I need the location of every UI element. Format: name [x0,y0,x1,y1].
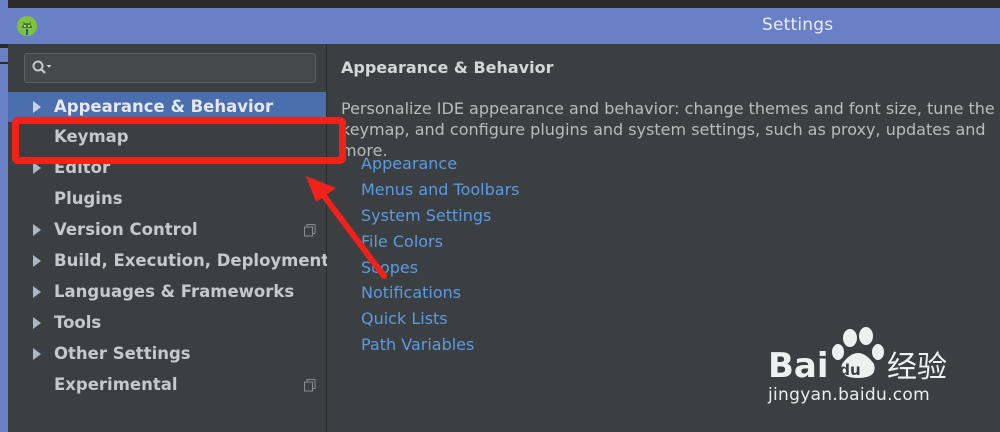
expand-arrow-icon[interactable] [33,348,41,360]
android-studio-icon [17,16,37,36]
watermark-url: jingyan.baidu.com [768,385,930,405]
background-window-edge [0,0,8,432]
sidebar-item-label: Languages & Frameworks [54,282,295,301]
sidebar-item[interactable]: Plugins [8,184,326,215]
sidebar-item[interactable]: Languages & Frameworks [8,277,326,308]
sidebar-item-label: Tools [54,313,102,332]
sidebar-item-label: Plugins [54,189,123,208]
subpage-link[interactable]: Scopes [361,258,520,284]
baidu-paw-logo: Bai 经验 du [768,327,947,386]
subpage-links: Appearance Menus and Toolbars System Setti… [361,154,520,361]
subpage-link[interactable]: File Colors [361,232,520,258]
sidebar-item-label: Version Control [54,220,198,239]
subpage-link[interactable]: Menus and Toolbars [361,180,520,206]
window-title: Settings [762,15,834,35]
title-bar[interactable]: Settings [8,8,1000,44]
settings-sidebar: Appearance & Behavior Keymap Editor Plugins… [8,44,330,432]
sidebar-item-label: Appearance & Behavior [54,97,274,116]
sidebar-item-label: Experimental [54,375,178,394]
subpage-link[interactable]: Appearance [361,154,520,180]
page-title: Appearance & Behavior [341,58,554,77]
svg-text:经验: 经验 [887,350,947,385]
project-scope-icon [304,379,316,392]
sidebar-item[interactable]: Tools [8,308,326,339]
sidebar-item[interactable]: Version Control [8,215,326,246]
svg-text:Bai: Bai [768,346,829,386]
sidebar-item-label: Build, Execution, Deployment [54,251,330,270]
subpage-link[interactable]: Path Variables [361,335,520,361]
sidebar-item[interactable]: Other Settings [8,339,326,370]
expand-arrow-icon[interactable] [33,101,41,113]
subpage-link[interactable]: System Settings [361,206,520,232]
screenshot-frame: Settings Appearance & Behavior Keymap Edit… [0,0,1000,432]
sidebar-item-label: Other Settings [54,344,191,363]
expand-arrow-icon[interactable] [33,317,41,329]
highlight-box-keymap [12,117,346,164]
svg-text:du: du [839,361,860,379]
sidebar-item[interactable]: Build, Execution, Deployment [8,246,330,277]
expand-arrow-icon[interactable] [33,286,41,298]
subpage-link[interactable]: Notifications [361,283,520,309]
page-description: Personalize IDE appearance and behavior:… [341,99,995,160]
search-icon[interactable] [31,59,53,77]
project-scope-icon [304,224,316,237]
sidebar-item[interactable]: Experimental [8,370,326,401]
search-input[interactable] [57,58,311,80]
baidu-watermark: Bai 经验 du jingyan.baidu.com [754,320,1000,432]
subpage-link[interactable]: Quick Lists [361,309,520,335]
expand-arrow-icon[interactable] [33,224,41,236]
expand-arrow-icon[interactable] [33,255,41,267]
settings-search-field[interactable] [24,53,316,83]
